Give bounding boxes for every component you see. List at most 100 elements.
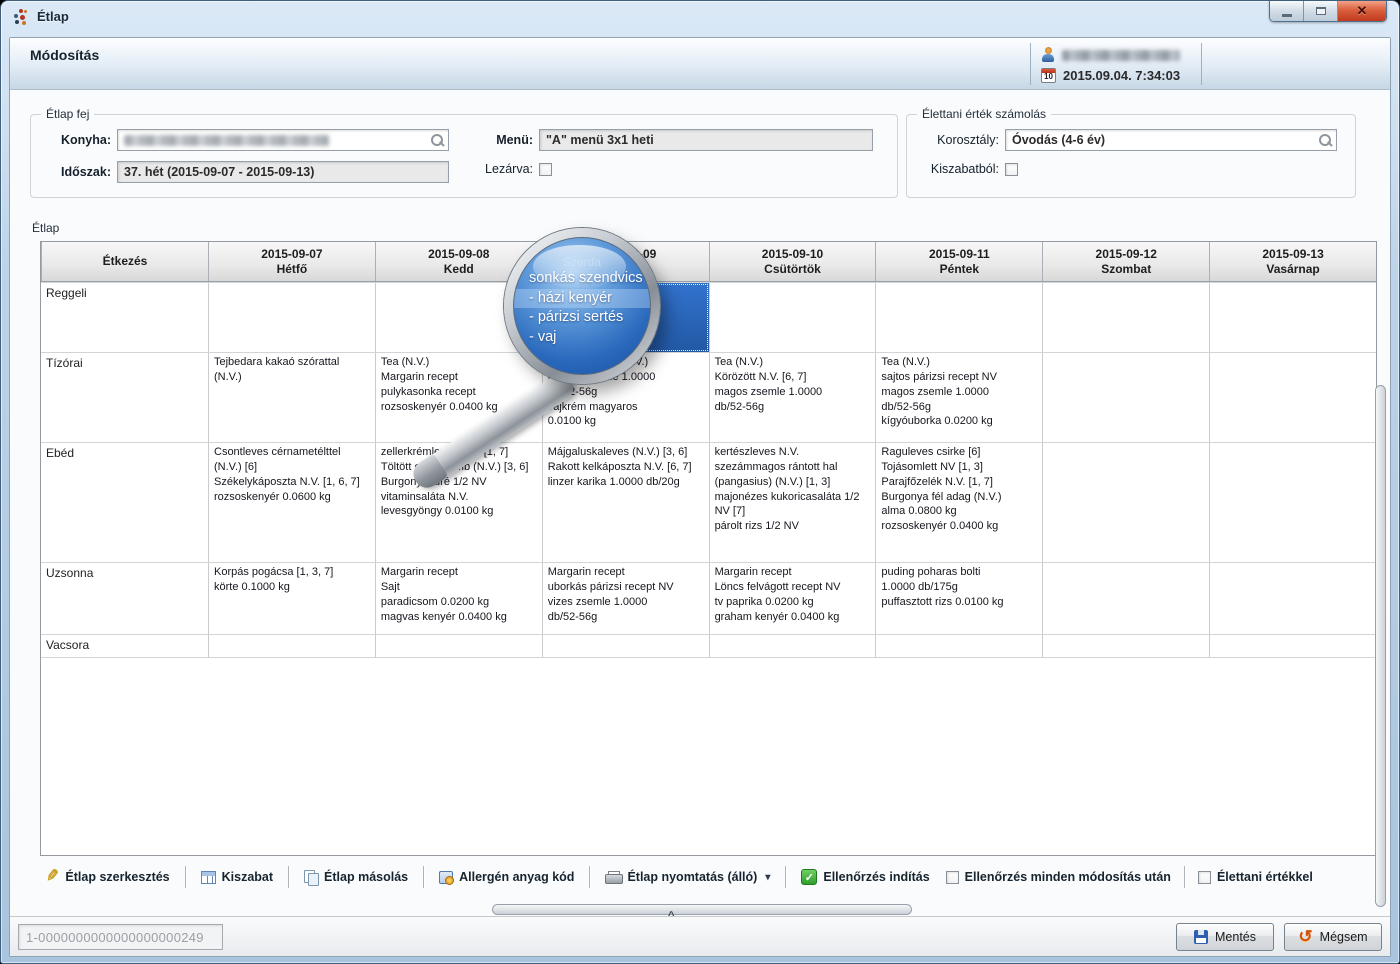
ellenorzes-minden-checkbox[interactable]	[946, 871, 959, 884]
toolbar-separator	[185, 866, 186, 888]
allergen-label: Allergén anyag kód	[459, 870, 574, 884]
toolbar-separator	[423, 866, 424, 888]
menu-table-row: TízóraiTejbedara kakaó szórattal (N.V.)T…	[41, 352, 1376, 442]
etlap-nyomtatas-button[interactable]: Étlap nyomtatás (álló) ▾	[599, 867, 776, 887]
close-button[interactable]: ✕	[1338, 1, 1386, 21]
meal-row-label: Tízórai	[41, 353, 208, 442]
menu-table-row: Vacsora	[41, 634, 1376, 657]
allergen-button[interactable]: Allergén anyag kód	[433, 867, 580, 887]
meal-row-label: Vacsora	[41, 635, 208, 657]
menu-table: Étkezés2015-09-07Hétfő2015-09-08Kedd2015…	[40, 241, 1377, 856]
menu-label: Menü:	[473, 133, 533, 147]
column-header-day: 2015-09-11Péntek	[875, 242, 1042, 281]
meal-row-label: Ebéd	[41, 443, 208, 562]
menu-cell[interactable]: Tea (N.V.) Körözött N.V. [6, 7] magos zs…	[709, 353, 876, 442]
column-header-etkezes: Étkezés	[41, 242, 208, 281]
menu-cell[interactable]: Margarin recept Sajt paradicsom 0.0200 k…	[375, 563, 542, 634]
session-datetime: 2015.09.04. 7:34:03	[1063, 68, 1180, 83]
user-icon	[1041, 47, 1055, 63]
lezarva-checkbox[interactable]	[539, 163, 552, 176]
menu-cell[interactable]	[875, 635, 1042, 657]
column-header-day: 2015-09-07Hétfő	[208, 242, 375, 281]
cancel-label: Mégsem	[1320, 930, 1368, 944]
menu-cell[interactable]	[875, 283, 1042, 352]
minimize-button[interactable]	[1270, 1, 1304, 21]
meal-row-label: Uzsonna	[41, 563, 208, 634]
menu-cell[interactable]: Csontleves cérnametélttel (N.V.) [6] Szé…	[208, 443, 375, 562]
korosztaly-search-button[interactable]	[1316, 132, 1334, 148]
menu-cell[interactable]	[542, 635, 709, 657]
menu-cell[interactable]	[208, 635, 375, 657]
title-bar: Étlap ✕	[1, 1, 1399, 33]
etlap-masolas-label: Étlap másolás	[324, 870, 408, 884]
menu-cell[interactable]: Tejeskávé 2 dl (N.V.) korpás zsemle 1.00…	[542, 353, 709, 442]
menu-cell[interactable]: Tea (N.V.) Margarin recept pulykasonka r…	[375, 353, 542, 442]
menu-cell[interactable]: Tejbedara kakaó szórattal (N.V.)	[208, 353, 375, 442]
vertical-scrollbar[interactable]	[1375, 385, 1386, 907]
korosztaly-label: Korosztály:	[913, 133, 999, 147]
check-icon: ✓	[801, 869, 817, 885]
menu-cell[interactable]	[1042, 353, 1209, 442]
calendar-icon: 10	[1041, 68, 1056, 83]
elettani-ertekkel-option: Élettani értékkel	[1194, 867, 1317, 887]
elettani-ertekkel-checkbox[interactable]	[1198, 871, 1211, 884]
record-id-field: 1-0000000000000000000249	[18, 924, 223, 950]
column-header-day: 2015-09-12Szombat	[1042, 242, 1209, 281]
menu-cell[interactable]	[375, 283, 542, 352]
menu-cell[interactable]	[1209, 353, 1376, 442]
menu-cell[interactable]: Tea (N.V.) sajtos párizsi recept NV mago…	[875, 353, 1042, 442]
korosztaly-value: Óvodás (4-6 év)	[1012, 133, 1105, 147]
panel-header: Módosítás 10 2015.09.04. 7:34:03	[10, 38, 1390, 90]
ellenorzes-inditas-label: Ellenőrzés indítás	[823, 870, 929, 884]
etlap-masolas-button[interactable]: Étlap másolás	[298, 867, 414, 887]
menu-cell[interactable]: Margarin recept Löncs felvágott recept N…	[709, 563, 876, 634]
menu-cell[interactable]	[1042, 635, 1209, 657]
menu-cell[interactable]: puding poharas bolti 1.0000 db/175g puff…	[875, 563, 1042, 634]
menu-cell[interactable]: zellerkrémleves N.V. [1, 7] Töltött csir…	[375, 443, 542, 562]
etlap-szerkesztes-label: Étlap szerkesztés	[65, 870, 169, 884]
menu-cell[interactable]	[1042, 443, 1209, 562]
kiszabatbol-checkbox[interactable]	[1005, 163, 1018, 176]
menu-cell[interactable]: Korpás pogácsa [1, 3, 7] körte 0.1000 kg	[208, 563, 375, 634]
menu-cell[interactable]: Sonkás szendvics - házi kenyér - párizsi…	[542, 283, 709, 352]
etlap-szerkesztes-button[interactable]: ✎ Étlap szerkesztés	[40, 867, 176, 887]
menu-value: "A" menü 3x1 heti	[546, 133, 654, 147]
menu-cell[interactable]	[1209, 563, 1376, 634]
menu-cell[interactable]	[375, 635, 542, 657]
chevron-down-icon[interactable]: ▾	[765, 872, 770, 883]
idoszak-label: Időszak:	[37, 165, 111, 179]
column-header-day: 2015-09-10Csütörtök	[709, 242, 876, 281]
korosztaly-input[interactable]: Óvodás (4-6 év)	[1005, 129, 1337, 151]
elettani-ertekkel-label: Élettani értékkel	[1217, 870, 1313, 884]
floppy-disk-icon	[1194, 930, 1208, 944]
window-title: Étlap	[37, 9, 69, 24]
menu-cell[interactable]: Májgaluskaleves (N.V.) [3, 6] Rakott kel…	[542, 443, 709, 562]
menu-cell[interactable]	[709, 635, 876, 657]
menu-cell[interactable]	[709, 283, 876, 352]
menu-cell[interactable]	[1209, 283, 1376, 352]
menu-cell[interactable]	[208, 283, 375, 352]
menu-input: "A" menü 3x1 heti	[539, 129, 873, 151]
maximize-button[interactable]	[1304, 1, 1338, 21]
cancel-button[interactable]: ↺ Mégsem	[1284, 923, 1382, 951]
menu-cell[interactable]	[1042, 563, 1209, 634]
menu-cell[interactable]: kertészleves N.V. szezámmagos rántott ha…	[709, 443, 876, 562]
menu-cell[interactable]: Margarin recept uborkás párizsi recept N…	[542, 563, 709, 634]
kiszabat-button[interactable]: Kiszabat	[195, 867, 279, 887]
menu-cell[interactable]	[1209, 635, 1376, 657]
kiszabat-label: Kiszabat	[222, 870, 273, 884]
horizontal-scrollbar[interactable]	[492, 904, 912, 915]
menu-cell[interactable]: Raguleves csirke [6] Tojásomlett NV [1, …	[875, 443, 1042, 562]
idoszak-input: 37. hét (2015-09-07 - 2015-09-13)	[117, 161, 449, 183]
konyha-input[interactable]	[117, 129, 449, 151]
allergen-icon	[439, 871, 453, 884]
ellenorzes-minden-label: Ellenőrzés minden módosítás után	[965, 870, 1171, 884]
menu-cell[interactable]	[1209, 443, 1376, 562]
ellenorzes-inditas-button[interactable]: ✓ Ellenőrzés indítás	[795, 866, 935, 888]
idoszak-value: 37. hét (2015-09-07 - 2015-09-13)	[124, 165, 314, 179]
app-icon	[13, 9, 29, 25]
save-label: Mentés	[1215, 930, 1256, 944]
menu-cell[interactable]	[1042, 283, 1209, 352]
konyha-search-button[interactable]	[428, 132, 446, 148]
save-button[interactable]: Mentés	[1176, 923, 1274, 951]
